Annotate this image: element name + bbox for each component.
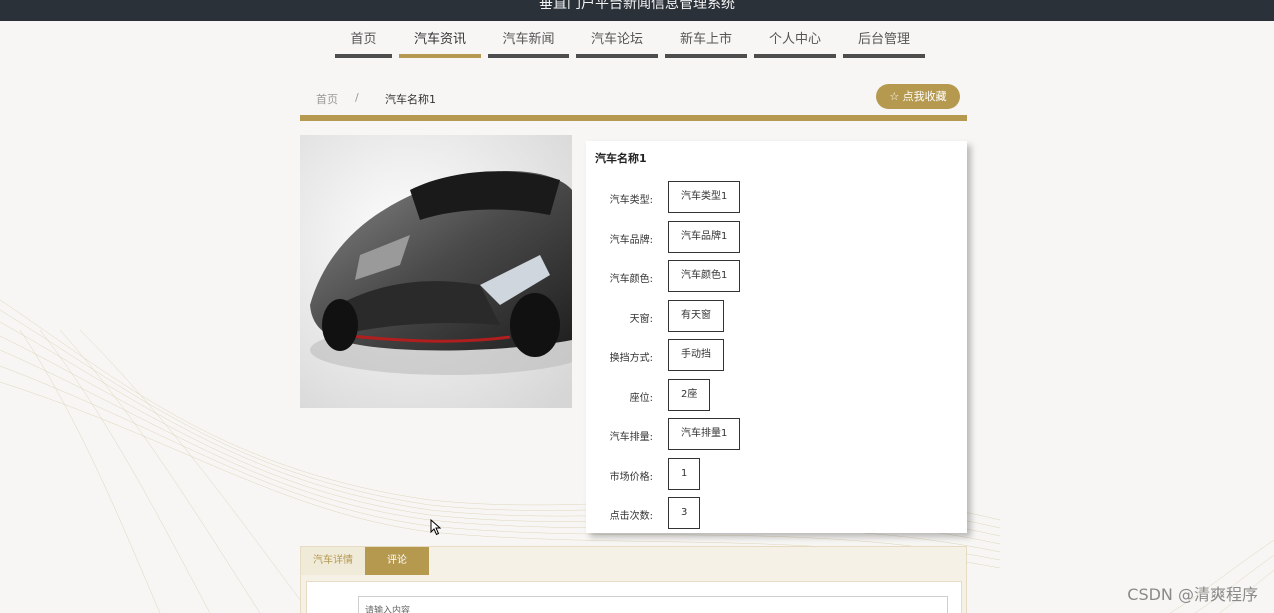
detail-row-color: 汽车颜色: 汽车颜色1 xyxy=(586,260,966,292)
detail-value: 1 xyxy=(668,458,701,490)
detail-label: 汽车类型: xyxy=(609,195,653,206)
detail-value: 汽车排量1 xyxy=(668,418,741,450)
nav-item-label: 个人中心 xyxy=(768,32,821,47)
nav-item-car-info[interactable]: 汽车资讯 xyxy=(399,30,481,60)
detail-row-price: 市场价格: 1 xyxy=(586,458,966,490)
mouse-cursor-icon xyxy=(430,519,442,536)
comments-panel: 请输入内容 xyxy=(306,581,962,613)
divider xyxy=(300,115,967,121)
detail-row-sunroof: 天窗: 有天窗 xyxy=(586,300,966,332)
detail-row-type: 汽车类型: 汽车类型1 xyxy=(586,181,966,213)
car-name: 汽车名称1 xyxy=(595,152,647,165)
watermark: CSDN @清爽程序 xyxy=(1127,585,1258,604)
nav-item-home[interactable]: 首页 xyxy=(335,30,392,60)
detail-row-brand: 汽车品牌: 汽车品牌1 xyxy=(586,221,966,253)
detail-row-transmission: 换挡方式: 手动挡 xyxy=(586,339,966,371)
nav-item-label: 后台管理 xyxy=(857,32,910,47)
system-title-bar: 垂直门户平台新闻信息管理系统 xyxy=(0,0,1274,21)
detail-value: 有天窗 xyxy=(668,300,724,332)
detail-label: 换挡方式: xyxy=(609,353,653,364)
detail-label: 点击次数: xyxy=(609,511,653,522)
detail-row-seats: 座位: 2座 xyxy=(586,379,966,411)
breadcrumb-current: 汽车名称1 xyxy=(385,93,436,106)
nav-item-label: 汽车新闻 xyxy=(502,32,555,47)
car-detail-panel: 汽车名称1 汽车类型: 汽车类型1 汽车品牌: 汽车品牌1 汽车颜色: 汽车颜色… xyxy=(586,141,967,533)
car-image xyxy=(300,135,572,408)
nav-item-user-center[interactable]: 个人中心 xyxy=(754,30,836,60)
nav-item-car-forum[interactable]: 汽车论坛 xyxy=(576,30,658,60)
detail-value: 2座 xyxy=(668,379,711,411)
tab-car-details[interactable]: 汽车详情 xyxy=(301,547,365,575)
comment-input[interactable]: 请输入内容 xyxy=(358,596,948,613)
nav-item-new-cars[interactable]: 新车上市 xyxy=(665,30,747,60)
nav-item-admin[interactable]: 后台管理 xyxy=(843,30,925,60)
detail-value: 3 xyxy=(668,497,701,529)
nav-item-label: 汽车资讯 xyxy=(413,32,466,47)
nav-item-label: 汽车论坛 xyxy=(590,32,643,47)
favorite-button[interactable]: ☆ 点我收藏 xyxy=(876,84,960,109)
detail-label: 汽车颜色: xyxy=(609,274,653,285)
detail-row-displacement: 汽车排量: 汽车排量1 xyxy=(586,418,966,450)
system-title: 垂直门户平台新闻信息管理系统 xyxy=(539,0,735,12)
detail-value: 汽车品牌1 xyxy=(668,221,741,253)
main-nav: 首页 汽车资讯 汽车新闻 汽车论坛 新车上市 个人中心 后台管理 xyxy=(335,30,932,60)
nav-item-car-news[interactable]: 汽车新闻 xyxy=(488,30,569,60)
detail-value: 汽车类型1 xyxy=(668,181,741,213)
detail-tabs: 汽车详情 评论 请输入内容 xyxy=(300,546,967,613)
detail-value: 手动挡 xyxy=(668,339,724,371)
nav-item-label: 首页 xyxy=(350,32,377,47)
detail-label: 汽车排量: xyxy=(609,432,653,443)
tab-comments[interactable]: 评论 xyxy=(365,547,429,575)
detail-label: 座位: xyxy=(629,393,653,404)
detail-label: 汽车品牌: xyxy=(609,235,653,246)
breadcrumb-home[interactable]: 首页 xyxy=(316,91,338,107)
detail-label: 市场价格: xyxy=(609,472,653,483)
breadcrumb: 首页 / 汽车名称1 ☆ 点我收藏 xyxy=(300,84,967,114)
breadcrumb-separator: / xyxy=(355,91,359,104)
nav-item-label: 新车上市 xyxy=(679,32,732,47)
detail-label: 天窗: xyxy=(629,314,653,325)
detail-row-clicks: 点击次数: 3 xyxy=(586,497,966,529)
detail-value: 汽车颜色1 xyxy=(668,260,741,292)
